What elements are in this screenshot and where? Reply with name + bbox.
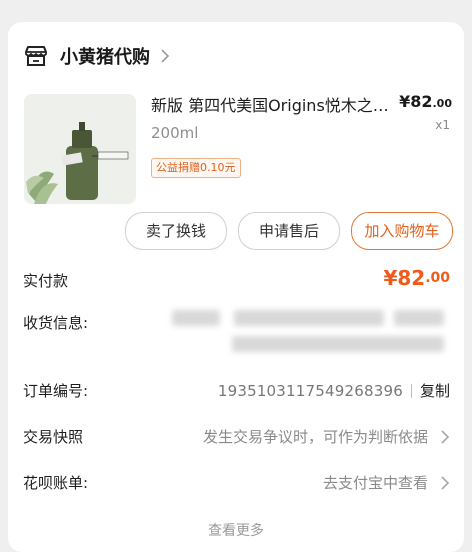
product-quantity: x1 (435, 118, 450, 132)
chevron-right-icon (441, 429, 450, 444)
product-title[interactable]: 新版 第四代美国Origins悦木之源韦博士灵芝焕能精华水 (151, 92, 399, 116)
shop-header[interactable]: 小黄猪代购 (24, 42, 170, 70)
paid-amount: ¥82.00 (383, 266, 450, 290)
chevron-right-icon (441, 475, 450, 490)
paid-integer: ¥82 (383, 266, 426, 290)
paid-label: 实付款 (23, 272, 69, 290)
price-decimal: .00 (432, 97, 453, 110)
store-icon (25, 46, 47, 66)
price-integer: ¥82 (399, 92, 433, 111)
chevron-right-icon (161, 49, 170, 63)
order-number-row: 订单编号: 1935103117549268396 复制 (23, 380, 450, 404)
paid-row: 实付款 ¥82.00 (23, 266, 450, 294)
sell-button[interactable]: 卖了换钱 (125, 212, 227, 250)
product-spec: 200ml (151, 124, 199, 142)
huabei-label: 花呗账单: (23, 474, 89, 492)
shipping-label: 收货信息: (23, 314, 89, 332)
order-number: 1935103117549268396 (217, 381, 403, 400)
snapshot-value: 发生交易争议时，可作为判断依据 (202, 428, 428, 446)
order-number-label: 订单编号: (23, 382, 89, 400)
snapshot-label: 交易快照 (23, 428, 84, 446)
product-image[interactable] (24, 94, 136, 204)
copy-button[interactable]: 复制 (420, 380, 450, 401)
view-more-button[interactable]: 查看更多 (8, 520, 464, 540)
huabei-row[interactable]: 花呗账单: 去支付宝中查看 (23, 472, 450, 496)
paid-decimal: .00 (425, 270, 450, 286)
after-sale-button[interactable]: 申请售后 (238, 212, 340, 250)
order-card: 小黄猪代购 新版 第四代美国Origins悦木之源韦博士灵芝焕能精华水 ¥82.… (8, 22, 464, 552)
snapshot-row[interactable]: 交易快照 发生交易争议时，可作为判断依据 (23, 426, 450, 450)
product-price: ¥82.00 (399, 92, 452, 111)
charity-badge: 公益捐赠0.10元 (151, 158, 241, 178)
divider (410, 383, 412, 398)
huabei-value: 去支付宝中查看 (322, 474, 428, 492)
shop-name: 小黄猪代购 (60, 47, 150, 68)
add-to-cart-button[interactable]: 加入购物车 (351, 212, 453, 250)
